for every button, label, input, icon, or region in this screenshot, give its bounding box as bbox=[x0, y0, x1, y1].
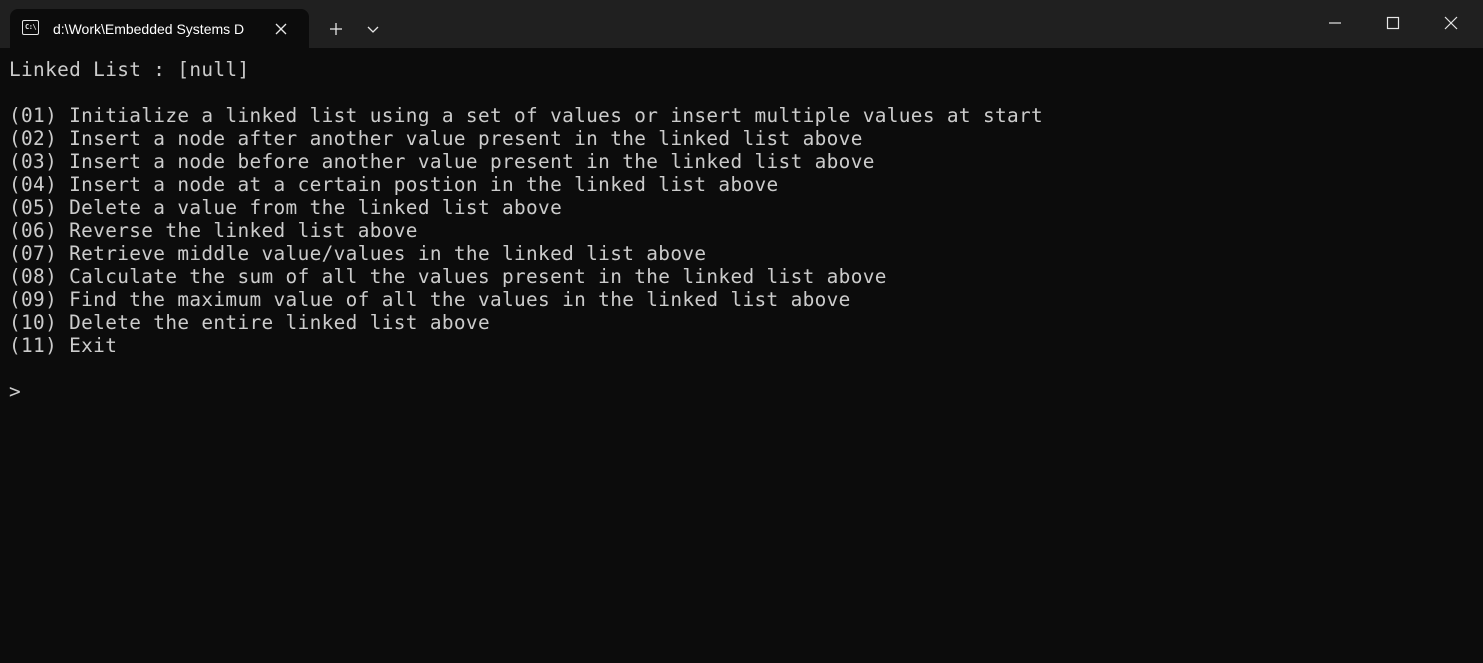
terminal-icon: C:\ bbox=[22, 20, 39, 35]
menu-option: (06) Reverse the linked list above bbox=[9, 219, 418, 242]
linked-list-header: Linked List : [null] bbox=[9, 58, 250, 81]
menu-option: (03) Insert a node before another value … bbox=[9, 150, 875, 173]
menu-option: (08) Calculate the sum of all the values… bbox=[9, 265, 887, 288]
menu-option: (10) Delete the entire linked list above bbox=[9, 311, 490, 334]
menu-option: (02) Insert a node after another value p… bbox=[9, 127, 863, 150]
terminal-icon-glyph: C:\ bbox=[25, 23, 37, 31]
window-close-button[interactable] bbox=[1422, 0, 1480, 46]
new-tab-button[interactable] bbox=[320, 14, 352, 44]
chevron-down-icon bbox=[367, 26, 379, 33]
terminal-window: C:\ d:\Work\Embedded Systems D Linked Li… bbox=[0, 0, 1483, 663]
close-icon[interactable] bbox=[272, 20, 290, 38]
vertical-scrollbar[interactable] bbox=[1471, 48, 1483, 663]
terminal-output[interactable]: Linked List : [null] (01) Initialize a l… bbox=[0, 48, 1471, 663]
menu-option: (05) Delete a value from the linked list… bbox=[9, 196, 563, 219]
menu-option: (01) Initialize a linked list using a se… bbox=[9, 104, 1044, 127]
scrollbar-track bbox=[1476, 56, 1478, 655]
title-bar[interactable]: C:\ d:\Work\Embedded Systems D bbox=[0, 0, 1483, 48]
tab-title: d:\Work\Embedded Systems D bbox=[53, 21, 245, 37]
tab-dropdown-button[interactable] bbox=[358, 14, 388, 44]
close-icon bbox=[1444, 16, 1458, 30]
menu-option: (11) Exit bbox=[9, 334, 118, 357]
menu-option: (04) Insert a node at a certain postion … bbox=[9, 173, 779, 196]
menu-option: (09) Find the maximum value of all the v… bbox=[9, 288, 851, 311]
menu-option: (07) Retrieve middle value/values in the… bbox=[9, 242, 707, 265]
maximize-button[interactable] bbox=[1364, 0, 1422, 46]
minimize-button[interactable] bbox=[1306, 0, 1364, 46]
plus-icon bbox=[330, 23, 342, 35]
minimize-icon bbox=[1329, 22, 1341, 24]
tab-terminal[interactable]: C:\ d:\Work\Embedded Systems D bbox=[10, 9, 309, 48]
command-prompt[interactable]: > bbox=[9, 380, 21, 403]
maximize-icon bbox=[1386, 16, 1400, 30]
